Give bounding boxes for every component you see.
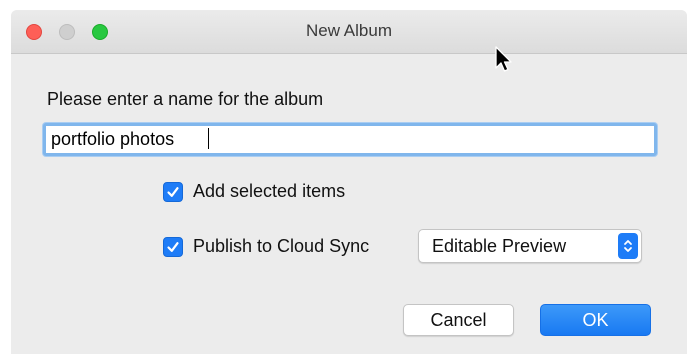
- title-bar[interactable]: New Album: [11, 10, 687, 54]
- add-selected-label: Add selected items: [193, 181, 346, 201]
- cancel-button[interactable]: Cancel: [403, 304, 514, 336]
- checkmark-icon: [167, 186, 179, 197]
- add-selected-checkbox[interactable]: [163, 181, 183, 202]
- publish-option-popup[interactable]: Editable Preview: [418, 229, 642, 263]
- album-name-input[interactable]: [43, 123, 657, 156]
- album-name-prompt: Please enter a name for the album: [47, 89, 324, 109]
- window-title: New Album: [306, 21, 392, 40]
- ok-button[interactable]: OK: [540, 304, 651, 336]
- publish-checkbox[interactable]: [163, 236, 183, 257]
- new-album-dialog: New Album Please enter a name for the al…: [11, 10, 687, 354]
- publish-label: Publish to Cloud Sync: [193, 236, 370, 256]
- publish-option-value: Editable Preview: [432, 236, 567, 256]
- checkmark-icon: [167, 241, 179, 252]
- publish-row[interactable]: Publish to Cloud Sync: [163, 236, 369, 257]
- up-down-chevron-icon: [618, 233, 638, 259]
- mouse-pointer-icon: [495, 46, 512, 72]
- add-selected-row[interactable]: Add selected items: [163, 181, 345, 202]
- text-caret: [208, 128, 209, 149]
